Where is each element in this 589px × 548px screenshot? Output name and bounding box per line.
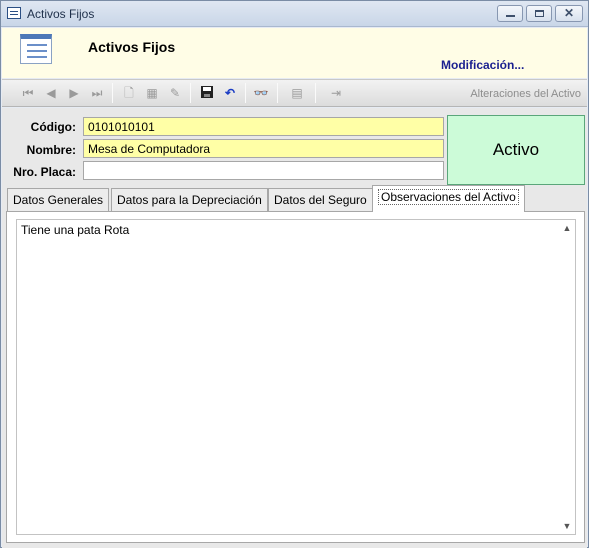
window-title: Activos Fijos: [27, 7, 95, 21]
placa-field[interactable]: [83, 161, 444, 180]
new-record-icon[interactable]: 🗋: [121, 85, 137, 101]
form-header: Activos Fijos Modificación...: [2, 28, 587, 78]
scroll-up-icon[interactable]: ▲: [559, 223, 575, 233]
list-icon: [20, 34, 52, 64]
maximize-button[interactable]: [526, 5, 552, 22]
form-title: Activos Fijos: [88, 39, 176, 55]
last-record-icon[interactable]: ⏭: [89, 85, 105, 101]
save-icon[interactable]: [199, 85, 215, 101]
scroll-down-icon[interactable]: ▼: [559, 521, 575, 531]
tab-seguro[interactable]: Datos del Seguro: [268, 188, 373, 212]
nombre-label: Nombre:: [26, 143, 76, 157]
binoculars-icon[interactable]: 👓: [253, 85, 269, 101]
title-bar: Activos Fijos ✕: [1, 1, 588, 27]
nombre-field[interactable]: Mesa de Computadora: [83, 139, 444, 158]
maximize-icon: [535, 10, 544, 17]
tab-panel-observaciones: Tiene una pata Rota ▲ ▼: [6, 211, 585, 543]
undo-icon[interactable]: ↶: [222, 85, 238, 101]
mode-label: Modificación...: [441, 58, 525, 72]
codigo-label: Código:: [30, 120, 76, 134]
delete-record-icon[interactable]: ✎: [167, 85, 183, 101]
placa-label: Nro. Placa:: [13, 165, 76, 179]
observaciones-text: Tiene una pata Rota: [21, 223, 130, 237]
window: Activos Fijos ✕ Activos Fijos Modificaci…: [0, 0, 589, 548]
close-button[interactable]: ✕: [555, 5, 583, 22]
tab-datos-generales[interactable]: Datos Generales: [7, 188, 110, 212]
calculator-icon[interactable]: ▤: [289, 85, 305, 101]
app-icon: [7, 7, 21, 19]
tab-observaciones[interactable]: Observaciones del Activo: [372, 185, 525, 212]
next-record-icon[interactable]: ▶: [66, 85, 82, 101]
observaciones-textarea[interactable]: Tiene una pata Rota ▲ ▼: [16, 219, 576, 535]
tab-depreciacion[interactable]: Datos para la Depreciación: [111, 188, 268, 212]
first-record-icon[interactable]: ⏮: [20, 85, 36, 101]
prev-record-icon[interactable]: ◀: [43, 85, 59, 101]
minimize-icon: [506, 15, 515, 17]
edit-record-icon[interactable]: ▦: [144, 85, 160, 101]
codigo-field[interactable]: 0101010101: [83, 117, 444, 136]
close-icon: ✕: [563, 6, 575, 20]
exit-icon[interactable]: ⇥: [328, 85, 344, 101]
toolbar-status: Alteraciones del Activo: [470, 88, 581, 100]
toolbar: ⏮ ◀ ▶ ⏭ 🗋 ▦ ✎ ↶ 👓 ▤ ⇥ Alteraciones del A…: [2, 79, 587, 107]
form-area: Código: 0101010101 Nombre: Mesa de Compu…: [2, 108, 587, 548]
minimize-button[interactable]: [497, 5, 523, 22]
vertical-scrollbar[interactable]: ▲ ▼: [559, 220, 575, 534]
status-badge: Activo: [447, 115, 585, 185]
